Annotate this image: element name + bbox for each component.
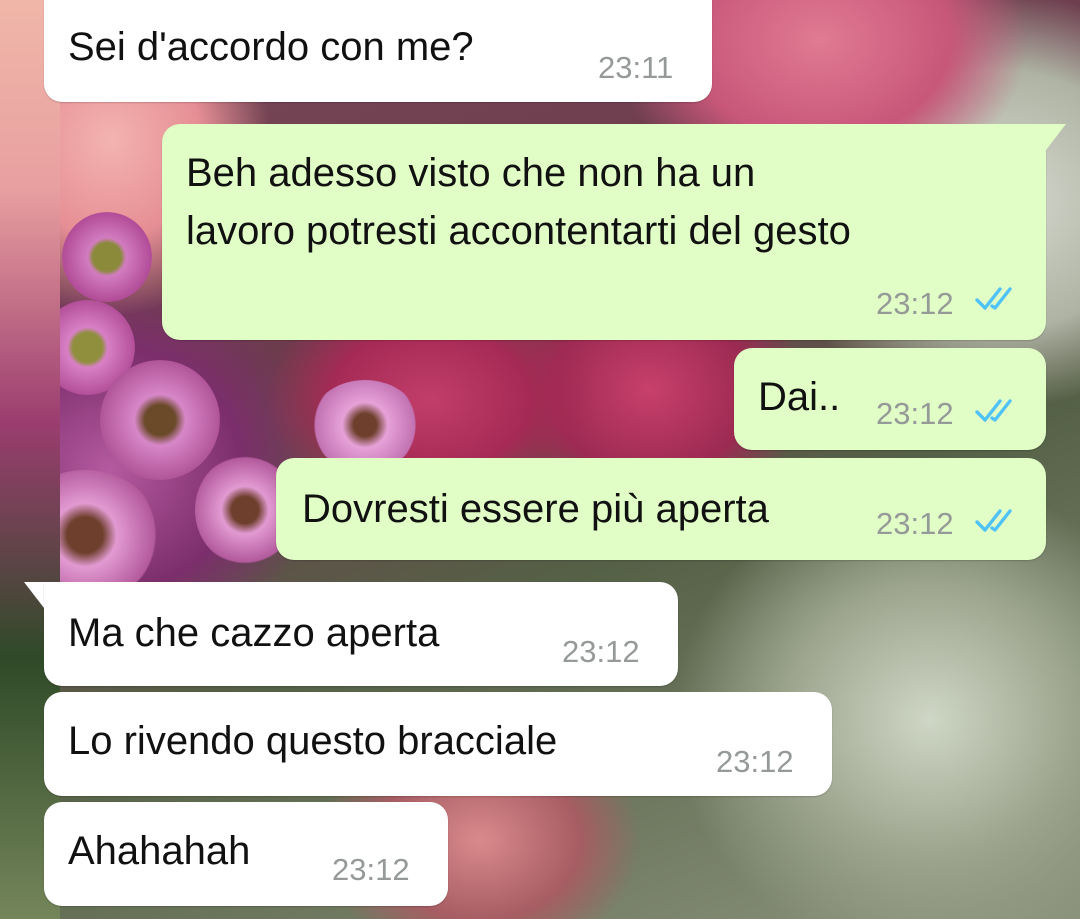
message-timestamp: 23:12	[332, 852, 410, 887]
message-text: Dovresti essere più aperta	[302, 487, 769, 531]
message-timestamp: 23:12	[876, 506, 954, 541]
incoming-message[interactable]: Sei d'accordo con me? 23:11	[44, 0, 712, 102]
double-check-icon	[975, 509, 1012, 532]
outgoing-message[interactable]: Dovresti essere più aperta 23:12	[276, 458, 1046, 560]
message-timestamp: 23:12	[716, 744, 794, 779]
message-text: Dai..	[758, 375, 841, 419]
outgoing-message[interactable]: Beh adesso visto che non ha un lavoro po…	[162, 124, 1046, 340]
incoming-message[interactable]: Ma che cazzo aperta 23:12	[44, 582, 678, 686]
message-timestamp: 23:12	[562, 634, 640, 669]
incoming-message[interactable]: Lo rivendo questo bracciale 23:12	[44, 692, 832, 796]
message-text: Ma che cazzo aperta	[68, 611, 440, 655]
bubble-tail	[24, 582, 44, 608]
double-check-icon	[975, 287, 1012, 310]
message-text: Sei d'accordo con me?	[68, 25, 474, 69]
message-timestamp: 23:12	[876, 396, 954, 431]
message-text-line: Beh adesso visto che non ha un	[186, 151, 756, 195]
message-timestamp: 23:11	[598, 50, 674, 85]
incoming-message[interactable]: Ahahahah 23:12	[44, 802, 448, 906]
message-timestamp: 23:12	[876, 286, 954, 321]
message-text-line: lavoro potresti accontentarti del gesto	[186, 209, 851, 253]
message-list[interactable]: Sei d'accordo con me? 23:11 Beh adesso v…	[0, 0, 1080, 919]
double-check-icon	[975, 399, 1012, 422]
message-text: Ahahahah	[68, 829, 251, 873]
message-text: Lo rivendo questo bracciale	[68, 719, 558, 763]
outgoing-message[interactable]: Dai.. 23:12	[734, 348, 1046, 450]
bubble-tail	[1046, 124, 1066, 150]
